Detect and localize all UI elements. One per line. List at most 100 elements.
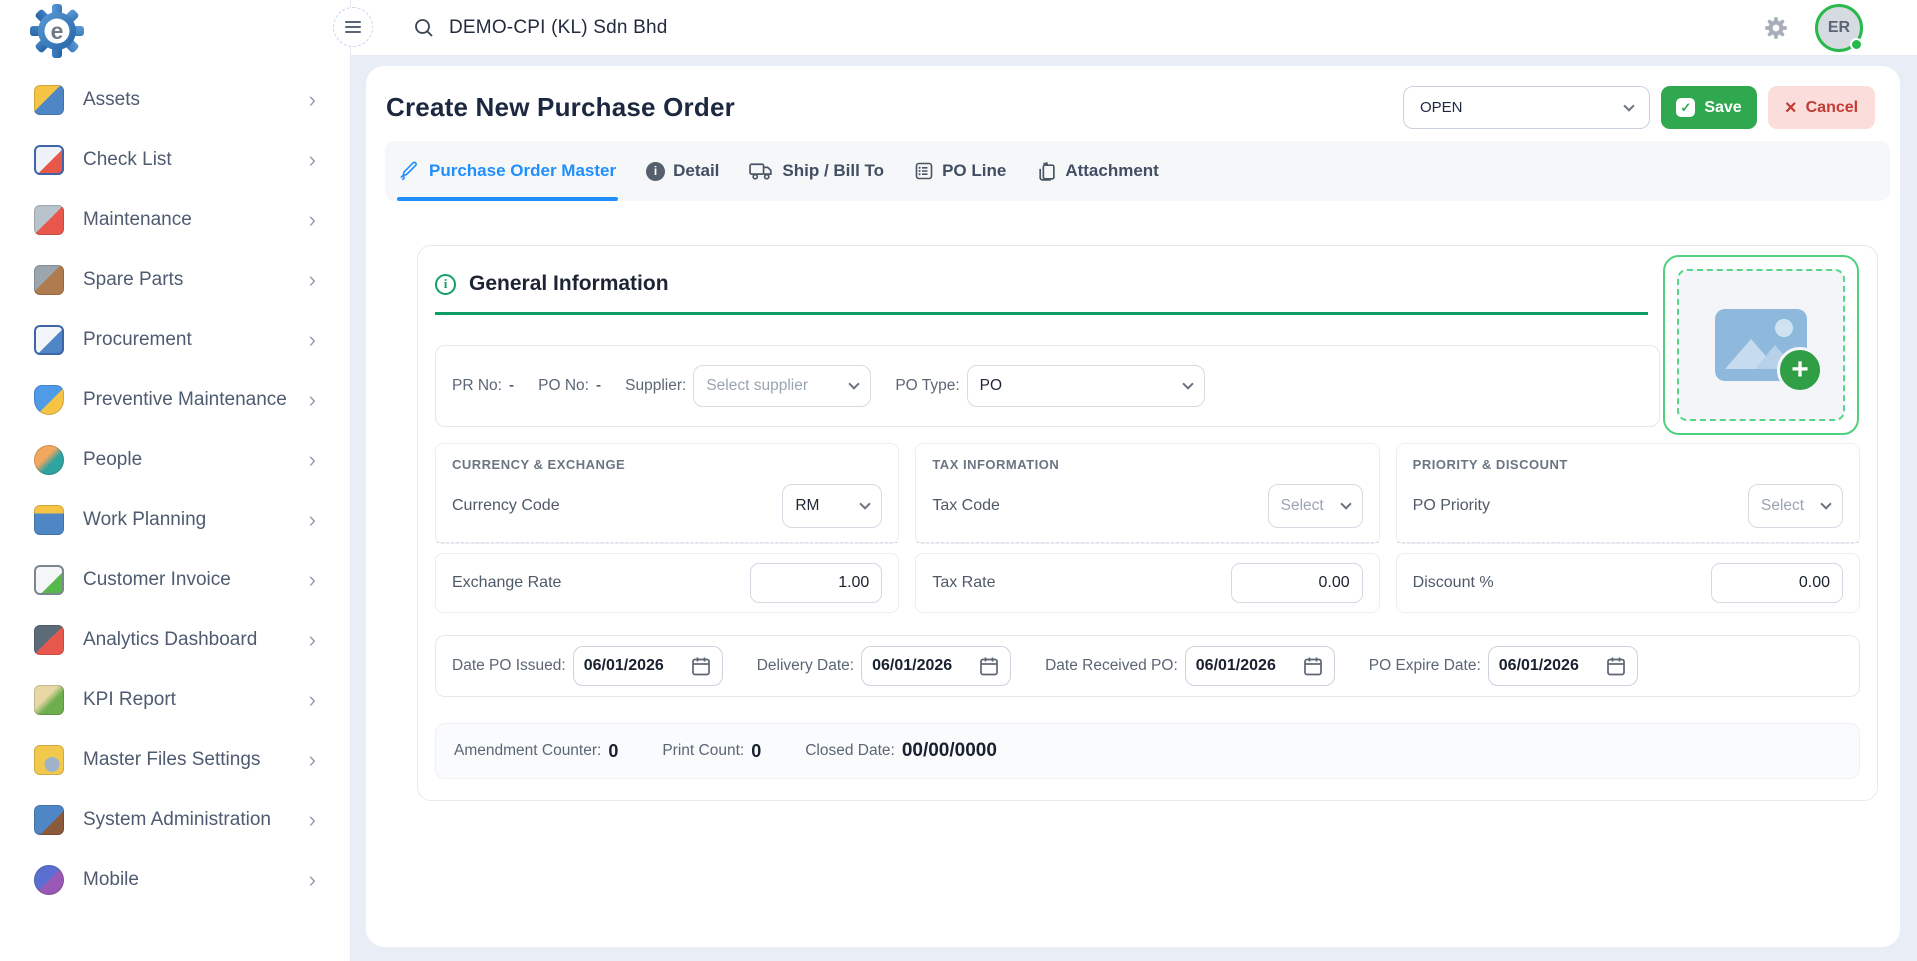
company-search[interactable]: DEMO-CPI (KL) Sdn Bhd bbox=[413, 17, 668, 39]
save-button[interactable]: ✓ Save bbox=[1661, 86, 1757, 129]
date-value: 06/01/2026 bbox=[1196, 657, 1276, 675]
po-no-field: PO No: - bbox=[538, 377, 601, 395]
customer-invoice-icon bbox=[34, 565, 64, 595]
work-planning-icon bbox=[34, 505, 64, 535]
po-expire-date-label: PO Expire Date: bbox=[1369, 657, 1481, 675]
dashed-divider bbox=[1397, 542, 1859, 543]
discount-label: Discount % bbox=[1413, 574, 1494, 592]
po-type-select[interactable]: PO bbox=[967, 365, 1205, 407]
mobile-icon bbox=[34, 865, 64, 895]
settings-gear-icon[interactable] bbox=[1763, 15, 1789, 41]
image-upload-dropzone[interactable]: + bbox=[1663, 255, 1859, 435]
po-expire-date-input[interactable]: 06/01/2026 bbox=[1488, 646, 1638, 686]
avatar-initials: ER bbox=[1828, 19, 1850, 37]
main-area: Create New Purchase Order OPEN ✓ Save × bbox=[351, 56, 1917, 961]
tax-rate-label: Tax Rate bbox=[932, 574, 995, 592]
sidebar-item-customer-invoice[interactable]: Customer Invoice › bbox=[0, 550, 350, 610]
supplier-placeholder: Select supplier bbox=[706, 377, 808, 395]
user-avatar[interactable]: ER bbox=[1815, 4, 1863, 52]
sidebar-item-procurement[interactable]: Procurement › bbox=[0, 310, 350, 370]
po-no-value: - bbox=[596, 377, 601, 395]
status-dropdown[interactable]: OPEN bbox=[1403, 86, 1650, 129]
po-no-label: PO No: bbox=[538, 377, 589, 395]
app-root: e Assets › Check List › Maintenance › Sp… bbox=[0, 0, 1917, 961]
currency-code-select[interactable]: RM bbox=[782, 484, 882, 528]
assets-icon bbox=[34, 85, 64, 115]
tab-purchase-order-master[interactable]: Purchase Order Master bbox=[399, 141, 616, 201]
calendar-icon bbox=[690, 655, 712, 677]
closed-date-field: Closed Date: 00/00/0000 bbox=[805, 740, 997, 762]
closed-date-value: 00/00/0000 bbox=[902, 740, 997, 762]
sidebar-item-master-files-settings[interactable]: Master Files Settings › bbox=[0, 730, 350, 790]
section-header: CURRENCY & EXCHANGE bbox=[452, 457, 882, 472]
tax-rate-input[interactable] bbox=[1231, 563, 1363, 603]
cancel-button[interactable]: × Cancel bbox=[1768, 86, 1875, 129]
sidebar-item-label: Spare Parts bbox=[83, 269, 183, 291]
sidebar-item-kpi-report[interactable]: KPI Report › bbox=[0, 670, 350, 730]
discount-input[interactable] bbox=[1711, 563, 1843, 603]
sidebar-item-system-administration[interactable]: System Administration › bbox=[0, 790, 350, 850]
delivery-date-input[interactable]: 06/01/2026 bbox=[861, 646, 1011, 686]
sidebar-item-label: Work Planning bbox=[83, 509, 206, 531]
chevron-right-icon: › bbox=[309, 629, 316, 651]
date-value: 06/01/2026 bbox=[1499, 657, 1579, 675]
pen-icon bbox=[399, 160, 421, 182]
sidebar-item-label: People bbox=[83, 449, 142, 471]
pr-no-value: - bbox=[509, 377, 514, 395]
checklist-icon bbox=[34, 145, 64, 175]
sidebar-item-analytics-dashboard[interactable]: Analytics Dashboard › bbox=[0, 610, 350, 670]
exchange-rate-input[interactable] bbox=[750, 563, 882, 603]
tab-po-line[interactable]: PO Line bbox=[914, 141, 1006, 201]
date-received-po-field: Date Received PO: 06/01/2026 bbox=[1045, 646, 1335, 686]
chevron-right-icon: › bbox=[309, 329, 316, 351]
chevron-right-icon: › bbox=[309, 869, 316, 891]
supplier-label: Supplier: bbox=[625, 377, 686, 395]
po-type-value: PO bbox=[980, 377, 1002, 395]
closed-date-label: Closed Date: bbox=[805, 742, 895, 760]
dates-row: Date PO Issued: 06/01/2026 Delivery Date… bbox=[435, 635, 1860, 697]
header-actions: OPEN ✓ Save × Cancel bbox=[1403, 86, 1875, 129]
chevron-right-icon: › bbox=[309, 749, 316, 771]
date-value: 06/01/2026 bbox=[584, 657, 664, 675]
tax-code-select[interactable]: Select bbox=[1268, 484, 1363, 528]
sidebar-item-label: KPI Report bbox=[83, 689, 176, 711]
sidebar-item-work-planning[interactable]: Work Planning › bbox=[0, 490, 350, 550]
tab-attachment[interactable]: Attachment bbox=[1036, 141, 1159, 201]
sidebar-item-label: Maintenance bbox=[83, 209, 192, 231]
amendment-counter-field: Amendment Counter: 0 bbox=[454, 741, 618, 762]
po-priority-select[interactable]: Select bbox=[1748, 484, 1843, 528]
sidebar-item-maintenance[interactable]: Maintenance › bbox=[0, 190, 350, 250]
sidebar-toggle-button[interactable] bbox=[333, 7, 373, 47]
date-po-issued-input[interactable]: 06/01/2026 bbox=[573, 646, 723, 686]
tax-code-placeholder: Select bbox=[1281, 497, 1324, 515]
sidebar-item-label: Check List bbox=[83, 149, 172, 171]
sidebar-item-check-list[interactable]: Check List › bbox=[0, 130, 350, 190]
sidebar-item-label: Analytics Dashboard bbox=[83, 629, 257, 651]
exchange-rate-label: Exchange Rate bbox=[452, 574, 561, 592]
tab-detail[interactable]: i Detail bbox=[646, 141, 719, 201]
date-po-issued-field: Date PO Issued: 06/01/2026 bbox=[452, 646, 723, 686]
tab-bar: Purchase Order Master i Detail Ship / Bi… bbox=[385, 141, 1890, 201]
card-header: i General Information bbox=[435, 246, 1860, 296]
sidebar-item-mobile[interactable]: Mobile › bbox=[0, 850, 350, 910]
currency-code-label: Currency Code bbox=[452, 497, 560, 515]
print-count-value: 0 bbox=[751, 741, 761, 762]
chevron-right-icon: › bbox=[309, 149, 316, 171]
sidebar-item-preventive-maintenance[interactable]: Preventive Maintenance › bbox=[0, 370, 350, 430]
date-received-po-input[interactable]: 06/01/2026 bbox=[1185, 646, 1335, 686]
date-po-issued-label: Date PO Issued: bbox=[452, 657, 566, 675]
sidebar-item-spare-parts[interactable]: Spare Parts › bbox=[0, 250, 350, 310]
sidebar-item-assets[interactable]: Assets › bbox=[0, 70, 350, 130]
detail-sections: CURRENCY & EXCHANGE Currency Code RM bbox=[435, 443, 1860, 613]
chevron-right-icon: › bbox=[309, 689, 316, 711]
supplier-select[interactable]: Select supplier bbox=[693, 365, 871, 407]
sidebar-item-people[interactable]: People › bbox=[0, 430, 350, 490]
tab-ship-bill-to[interactable]: Ship / Bill To bbox=[749, 141, 884, 201]
chevron-down-icon bbox=[849, 378, 860, 389]
image-placeholder-icon: + bbox=[1715, 309, 1807, 381]
po-expire-date-field: PO Expire Date: 06/01/2026 bbox=[1369, 646, 1638, 686]
check-icon: ✓ bbox=[1676, 98, 1695, 117]
po-identity-row: PR No: - PO No: - Supplier: Select suppl… bbox=[435, 345, 1660, 427]
app-logo: e bbox=[0, 0, 350, 62]
calendar-icon bbox=[1302, 655, 1324, 677]
